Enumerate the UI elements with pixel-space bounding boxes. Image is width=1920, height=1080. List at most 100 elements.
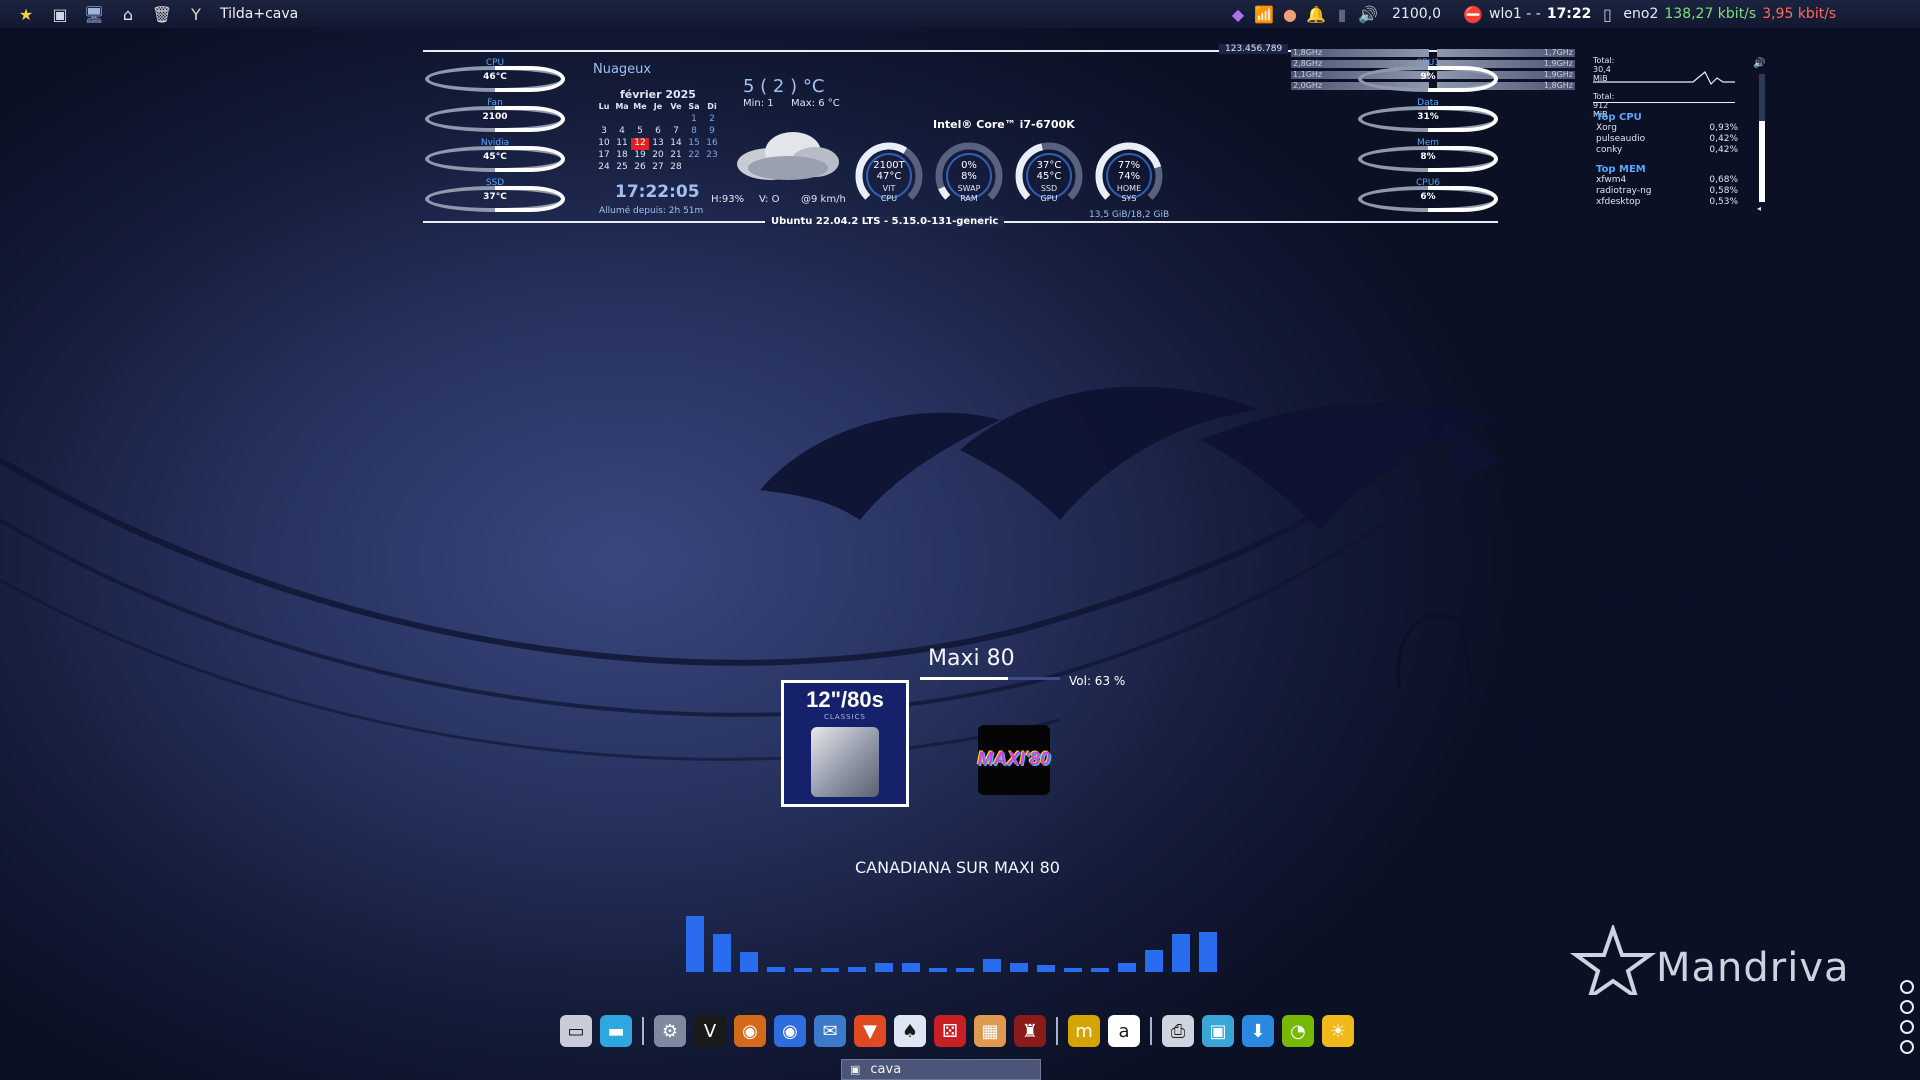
conky-clock: 17:22:05 <box>615 182 700 202</box>
tilda-icon[interactable]: Y <box>182 2 210 26</box>
calendar-weekday: Ve <box>670 102 682 111</box>
process-row: Xorg 0,93% <box>1596 123 1738 134</box>
desktop-icon[interactable]: ▭ <box>560 1015 592 1047</box>
wifi-icon[interactable]: 📶 <box>1254 5 1274 24</box>
album-cover[interactable]: 12"/80s CLASSICS <box>781 680 909 807</box>
calendar-week: 12 <box>595 114 721 126</box>
track-title: CANADIANA SUR MAXI 80 <box>855 858 1060 877</box>
download-icon[interactable]: ⬇ <box>1242 1015 1274 1047</box>
launcher-group: ★ ▣ 🖥 ⌂ 🗑 Y Tilda+cava <box>0 2 298 26</box>
freq-value: 2,0GHz <box>1293 81 1323 90</box>
brave-icon[interactable]: ▼ <box>854 1015 886 1047</box>
firefox-icon[interactable]: ◉ <box>774 1015 806 1047</box>
volume-icon[interactable]: 🔊 <box>1358 5 1378 24</box>
remote-desktop-icon[interactable]: ▣ <box>1202 1015 1234 1047</box>
weather-wind-dir: V: O <box>759 194 780 205</box>
vivaldi-icon[interactable]: V <box>694 1015 726 1047</box>
volume-slider[interactable] <box>920 677 1060 680</box>
calendar-day: 21 <box>670 150 682 160</box>
gauge-label: VIT <box>882 184 896 193</box>
side-dot[interactable] <box>1900 1040 1914 1054</box>
printer-icon[interactable]: ⎙ <box>1162 1015 1194 1047</box>
speaker-icon: 🔊 <box>1753 58 1766 69</box>
ring-label: Nvidia <box>480 138 510 148</box>
amazon-icon[interactable]: a <box>1108 1015 1140 1047</box>
panel-clock[interactable]: 17:22 <box>1547 6 1592 22</box>
notification-bell-icon[interactable]: 🔔 <box>1306 5 1326 24</box>
weather-wind-speed: @9 km/h <box>801 194 846 205</box>
station-logo[interactable]: MAXI'80 <box>977 725 1051 795</box>
monitor-icon[interactable]: 🖥 <box>80 2 108 26</box>
block-icon[interactable]: ⛔ <box>1463 5 1483 24</box>
cava-bar <box>902 963 920 972</box>
cpu-freq-row: 1,8GHz 1,7GHz <box>1291 48 1575 58</box>
cards-game-icon[interactable]: ♠ <box>894 1015 926 1047</box>
active-window-title[interactable]: Tilda+cava <box>220 6 298 22</box>
volume-arrow-icon: ◂ <box>1757 204 1762 213</box>
process-usage: 0,42% <box>1709 145 1738 155</box>
mahjongg-m-icon[interactable]: m <box>1068 1015 1100 1047</box>
weather-condition: Nuageux <box>593 62 652 77</box>
battery-icon[interactable]: ▮ <box>1332 5 1352 24</box>
cava-bar <box>1037 964 1055 972</box>
process-row: pulseaudio 0,42% <box>1596 134 1738 145</box>
calendar-weeks: 1 2 3 4 5 6 7 8 9 10 11 12 13 14 15 16 17 18 19 20 21 22 23 24 2… <box>595 114 721 174</box>
ring-label: Mem <box>1416 138 1440 148</box>
cava-bar <box>848 966 866 972</box>
calendar-day: 5 <box>637 126 643 136</box>
tray-value: 2100,0 <box>1392 6 1441 22</box>
cava-bar <box>875 963 893 972</box>
sun-icon[interactable]: ☀ <box>1322 1015 1354 1047</box>
side-dot[interactable] <box>1900 980 1914 994</box>
nvidia-icon[interactable]: ◔ <box>1282 1015 1314 1047</box>
system-config-icon[interactable]: ⚙ <box>654 1015 686 1047</box>
calendar-day <box>649 114 667 126</box>
upload-rate: 3,95 kbit/s <box>1762 6 1837 22</box>
gauge-top: 0% <box>961 160 977 171</box>
gauge: 0% 8% SWAP RAM <box>933 140 1005 212</box>
calendar-day <box>631 114 649 126</box>
calendar-day: 12 <box>631 138 649 150</box>
clipboard-icon[interactable]: ▯ <box>1597 5 1617 24</box>
calendar-day: 8 <box>691 126 697 136</box>
volume-vertical-bar[interactable] <box>1759 74 1765 202</box>
window-icon[interactable]: ▬ <box>600 1015 632 1047</box>
mandriva-star-icon[interactable]: ★ <box>12 2 40 26</box>
top-cpu-rows: Xorg 0,93% pulseaudio 0,42% conky 0,42% <box>1596 123 1738 156</box>
network-manager-icon[interactable]: ◆ <box>1228 5 1248 24</box>
radiotray-icon[interactable]: ● <box>1280 5 1300 24</box>
firefox-dev-icon[interactable]: ◉ <box>734 1015 766 1047</box>
mahjong-icon[interactable]: ▦ <box>974 1015 1006 1047</box>
taskbar-window-cava[interactable]: ▣ cava <box>841 1059 1041 1080</box>
cava-bar <box>821 968 839 972</box>
calendar-day <box>595 114 613 126</box>
side-dot[interactable] <box>1900 1000 1914 1014</box>
gauge-top: 77% <box>1117 160 1141 171</box>
mandriva-star-logo <box>1569 925 1657 995</box>
cpu-model: Intel® Core™ i7-6700K <box>933 118 1075 131</box>
ring-label: CPU6 <box>1415 178 1441 188</box>
calendar-day: 10 <box>598 138 610 148</box>
gauge: 37°C 45°C SSD GPU <box>1013 140 1085 212</box>
process-usage: 0,42% <box>1709 134 1738 144</box>
thunderbird-icon[interactable]: ✉ <box>814 1015 846 1047</box>
cloud-icon <box>733 126 843 184</box>
home-folder-icon[interactable]: ⌂ <box>114 2 142 26</box>
process-row: radiotray-ng 0,58% <box>1596 186 1738 197</box>
weather-max: Max: 6 °C <box>791 98 840 109</box>
trash-icon[interactable]: 🗑 <box>148 2 176 26</box>
chess-icon[interactable]: ♜ <box>1014 1015 1046 1047</box>
wired-interface: eno2 <box>1623 6 1659 22</box>
ring-value: 37°C <box>483 192 507 202</box>
calendar-day: 11 <box>616 138 628 148</box>
side-dot[interactable] <box>1900 1020 1914 1034</box>
ring-cpu1: CPU1 9% <box>1358 58 1498 92</box>
mandriva-brand: Mandriva <box>1564 925 1864 1015</box>
calendar-day: 18 <box>616 150 628 160</box>
cava-bar <box>1091 968 1109 972</box>
dice-icon[interactable]: ⚄ <box>934 1015 966 1047</box>
terminal-icon[interactable]: ▣ <box>46 2 74 26</box>
top-number: 123.456.789 <box>1219 44 1289 54</box>
terminal-small-icon: ▣ <box>850 1063 861 1076</box>
ring-value: 46°C <box>483 72 507 82</box>
